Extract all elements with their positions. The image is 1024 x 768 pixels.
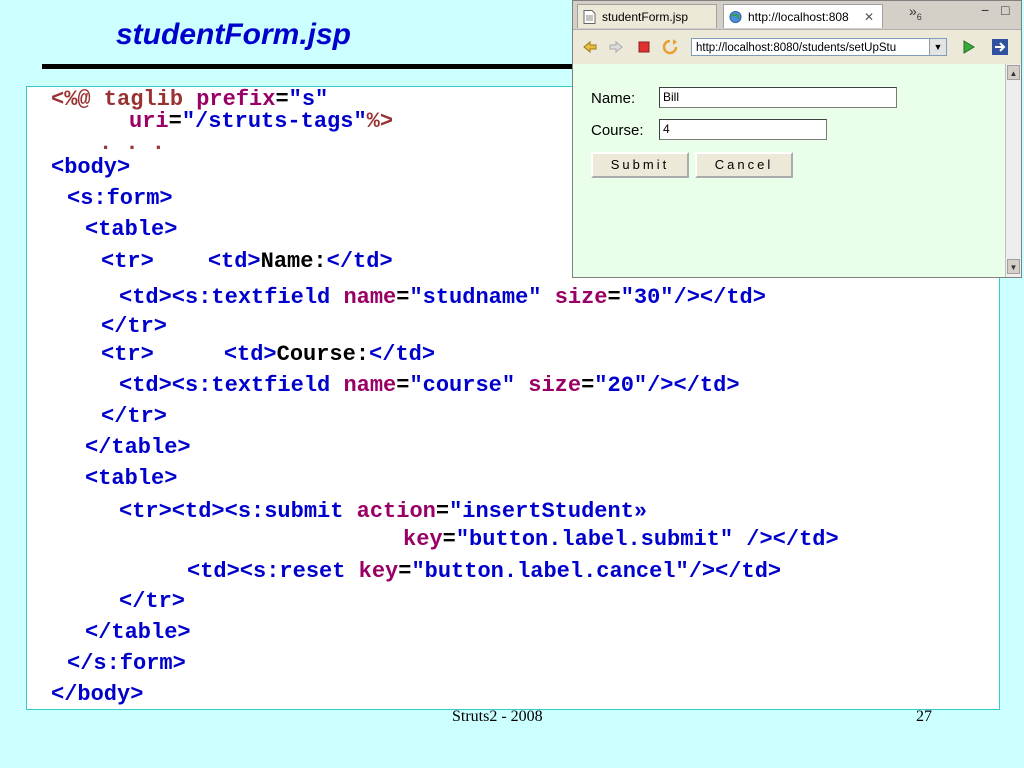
equals-sign: =	[396, 285, 410, 310]
attr-key: key	[358, 559, 399, 584]
code-line-table-close: </table>	[85, 435, 191, 460]
code-line-form-open: <s:form>	[67, 186, 173, 211]
scroll-down-icon[interactable]: ▼	[1007, 259, 1020, 274]
cancel-button[interactable]: Cancel	[695, 152, 793, 178]
code-line-tr-close: </tr>	[101, 314, 168, 339]
value-submit-key: "button.label.submit"	[455, 527, 734, 552]
code-line-reset: <td><s:reset key="button.label.cancel"/>…	[187, 559, 781, 585]
textfield-close: /></td>	[673, 285, 766, 310]
code-line-textfield-studname: <td><s:textfield name="studname" size="3…	[119, 285, 766, 311]
tab-bar: studentForm.jsp http://localhost:808 ✕ »…	[573, 1, 1021, 29]
footer-caption: Struts2 - 2008	[452, 708, 543, 725]
code-line-tr-close: </tr>	[101, 404, 168, 429]
code-line-tr-close: </tr>	[119, 589, 186, 614]
stop-icon[interactable]	[635, 38, 653, 56]
code-line-submit: <tr><td><s:submit action="insertStudent»	[119, 499, 647, 525]
tab-overflow-button[interactable]: »6	[909, 3, 922, 22]
submit-button[interactable]: Submit	[591, 152, 689, 178]
jsp-directive-open: <%@	[51, 87, 91, 112]
equals-sign: =	[435, 499, 450, 524]
code-line-table-close: </table>	[85, 620, 191, 645]
refresh-icon[interactable]	[661, 38, 679, 56]
submit-close: /></td>	[733, 527, 839, 552]
file-icon	[583, 10, 596, 24]
attr-name: name	[343, 285, 397, 310]
tab-student-form[interactable]: studentForm.jsp	[577, 4, 717, 28]
code-line-body-open: <body>	[51, 155, 131, 180]
value-size-20: "20"	[594, 373, 648, 398]
attr-size: size	[554, 285, 608, 310]
code-line-textfield-course: <td><s:textfield name="course" size="20"…	[119, 373, 740, 399]
jsp-directive-close: %>	[366, 109, 394, 134]
course-label: Course:	[591, 122, 644, 139]
overflow-count: 6	[916, 11, 922, 22]
value-insert-student: "insertStudent»	[449, 499, 648, 524]
attr-key: key	[403, 527, 443, 552]
textfield-close: /></td>	[647, 373, 740, 398]
equals-sign: =	[396, 373, 410, 398]
tab-localhost[interactable]: http://localhost:808 ✕	[723, 4, 883, 28]
name-label: Name:	[591, 90, 636, 107]
code-line-table-open: <table>	[85, 466, 178, 491]
chevron-right-icon: »	[909, 3, 917, 19]
attr-name: name	[343, 373, 397, 398]
address-dropdown-icon[interactable]: ▼	[929, 39, 946, 55]
reset-close: /></td>	[688, 559, 782, 584]
attr-size: size	[528, 373, 582, 398]
browser-page: Name: Bill Course: 4 Submit Cancel	[573, 64, 1005, 277]
maximize-icon[interactable]: □	[1001, 2, 1009, 18]
code-line-body-close: </body>	[51, 682, 144, 707]
globe-icon	[729, 10, 742, 24]
textfield-tag: <td><s:textfield	[119, 285, 344, 310]
close-tab-icon[interactable]: ✕	[864, 5, 874, 29]
value-size-30: "30"	[620, 285, 674, 310]
tr-tag: <tr>	[101, 249, 154, 274]
value-uri: "/struts-tags"	[181, 109, 367, 134]
forward-arrow-icon[interactable]	[607, 38, 625, 56]
back-arrow-icon[interactable]	[581, 38, 599, 56]
value-course: "course"	[409, 373, 516, 398]
browser-toolbar: http://localhost:8080/students/setUpStu …	[573, 29, 1021, 65]
code-line-tr-course: <tr> <td>Course:</td>	[101, 342, 435, 368]
submit-tag: <tr><td><s:submit	[119, 499, 357, 524]
course-input[interactable]: 4	[659, 119, 827, 140]
code-line-uri: uri="/struts-tags"%>	[129, 109, 393, 135]
code-line-submit-key: key="button.label.submit" /></td>	[403, 527, 839, 553]
reset-tag: <td><s:reset	[187, 559, 359, 584]
slide-title: studentForm.jsp	[116, 18, 352, 51]
equals-sign: =	[607, 285, 621, 310]
page-number: 27	[916, 708, 932, 725]
eclipse-icon[interactable]	[991, 38, 1009, 56]
minimize-icon[interactable]: −	[981, 2, 989, 18]
cell-text-name: Name:	[260, 249, 327, 274]
td-close-tag: </td>	[369, 342, 436, 367]
equals-sign: =	[168, 109, 182, 134]
td-close-tag: </td>	[326, 249, 393, 274]
value-studname: "studname"	[409, 285, 542, 310]
browser-window: studentForm.jsp http://localhost:808 ✕ »…	[572, 0, 1022, 278]
vertical-scrollbar[interactable]: ▲ ▼	[1005, 64, 1021, 277]
code-line-tr-name: <tr> <td>Name:</td>	[101, 249, 393, 275]
code-line-form-close: </s:form>	[67, 651, 186, 676]
td-tag: <td>	[223, 342, 277, 367]
scroll-up-icon[interactable]: ▲	[1007, 65, 1020, 80]
equals-sign: =	[398, 559, 412, 584]
equals-sign: =	[581, 373, 595, 398]
tr-tag: <tr>	[101, 342, 154, 367]
td-tag: <td>	[207, 249, 261, 274]
code-line-table-open: <table>	[85, 217, 178, 242]
textfield-tag: <td><s:textfield	[119, 373, 344, 398]
value-cancel-key: "button.label.cancel"	[411, 559, 689, 584]
cell-text-course: Course:	[276, 342, 370, 367]
tab-label: http://localhost:808	[748, 10, 849, 24]
attr-action: action	[356, 499, 436, 524]
address-bar[interactable]: http://localhost:8080/students/setUpStu	[691, 38, 947, 56]
code-line-ellipsis: . . .	[99, 131, 166, 156]
name-input[interactable]: Bill	[659, 87, 897, 108]
go-icon[interactable]	[959, 38, 977, 56]
title-underline	[42, 64, 622, 69]
equals-sign: =	[442, 527, 456, 552]
tab-label: studentForm.jsp	[602, 10, 689, 24]
